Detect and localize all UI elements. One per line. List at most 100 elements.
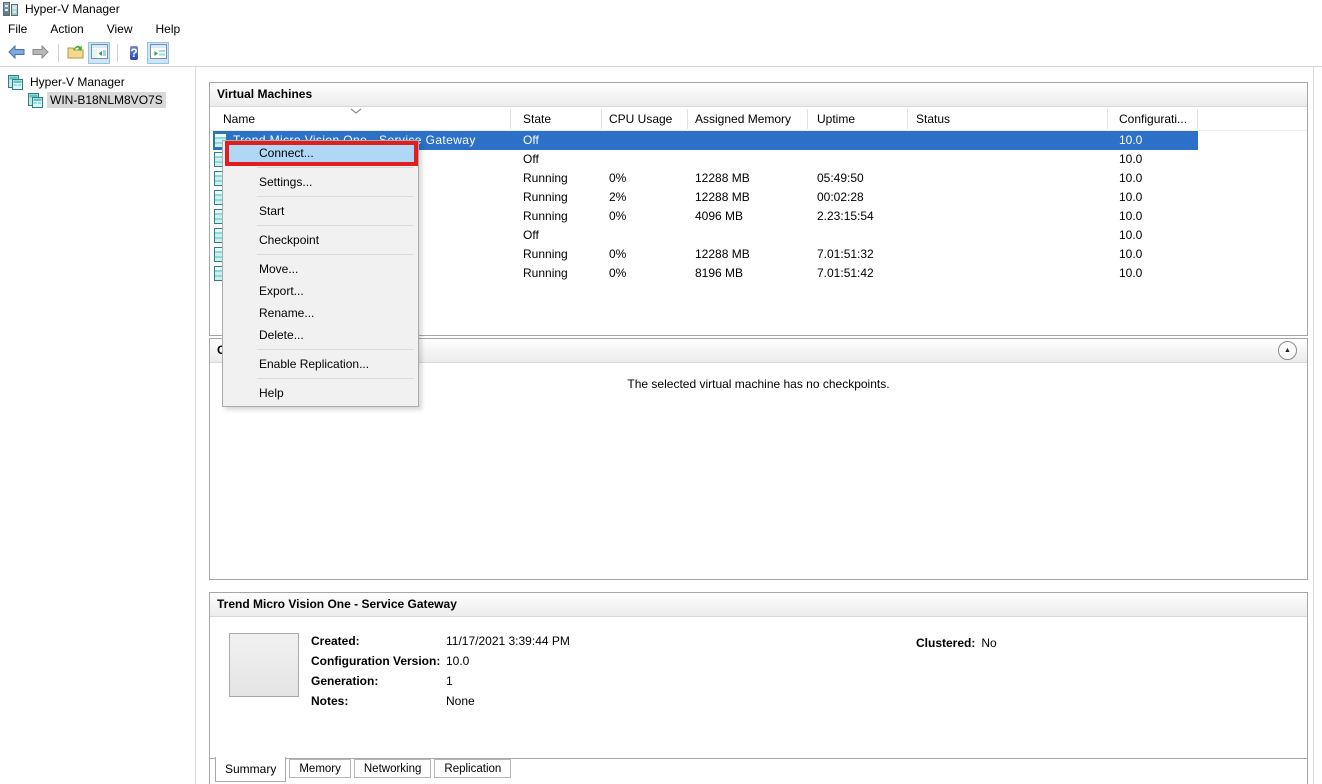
vm-cell-state: Off bbox=[523, 226, 539, 245]
menu-item-action[interactable]: Action bbox=[50, 20, 94, 38]
context-menu-item-settings[interactable]: Settings... bbox=[225, 171, 416, 193]
column-divider bbox=[1197, 109, 1198, 129]
hyperv-app-icon bbox=[3, 2, 19, 16]
vm-context-menu: Connect... Settings... Start Checkpoint Move… bbox=[222, 140, 419, 407]
context-menu-separator bbox=[257, 349, 414, 350]
vm-cell-config: 10.0 bbox=[1119, 188, 1142, 207]
column-header-status[interactable]: Status bbox=[916, 107, 950, 131]
server-icon bbox=[28, 93, 43, 108]
column-header-cpu-usage[interactable]: CPU Usage bbox=[609, 107, 672, 131]
vm-cell-config: 10.0 bbox=[1119, 169, 1142, 188]
column-header-uptime[interactable]: Uptime bbox=[817, 107, 855, 131]
detail-field-value: 1 bbox=[446, 671, 453, 691]
chevron-up-icon[interactable]: ▲ bbox=[1278, 341, 1297, 360]
clustered-value: No bbox=[981, 636, 996, 650]
context-menu-separator bbox=[257, 254, 414, 255]
context-menu-separator bbox=[257, 196, 414, 197]
window-title: Hyper-V Manager bbox=[25, 2, 120, 16]
context-menu-item-rename[interactable]: Rename... bbox=[225, 302, 416, 324]
vm-cell-uptime: 7.01:51:42 bbox=[817, 264, 874, 283]
vm-details-title: Trend Micro Vision One - Service Gateway bbox=[217, 597, 457, 611]
vm-cell-uptime: 7.01:51:32 bbox=[817, 245, 874, 264]
details-tab-strip: SummaryMemoryNetworkingReplication bbox=[215, 757, 514, 782]
toolbar-button-back-arrow[interactable] bbox=[5, 42, 27, 64]
tab-memory[interactable]: Memory bbox=[289, 759, 351, 778]
export-folder-icon bbox=[67, 44, 84, 62]
tab-replication[interactable]: Replication bbox=[434, 759, 511, 778]
vm-cell-uptime: 05:49:50 bbox=[817, 169, 864, 188]
tree-root-label: Hyper-V Manager bbox=[27, 74, 128, 90]
toolbar: ? bbox=[0, 40, 1322, 67]
column-divider bbox=[807, 109, 808, 129]
column-header-assigned-memory[interactable]: Assigned Memory bbox=[695, 107, 791, 131]
context-menu-item-move[interactable]: Move... bbox=[225, 258, 416, 280]
tab-summary[interactable]: Summary bbox=[215, 757, 286, 782]
toolbar-button-help[interactable]: ? bbox=[123, 42, 145, 64]
toolbar-button-export-folder[interactable] bbox=[64, 42, 86, 64]
context-menu-separator bbox=[257, 167, 414, 168]
vm-cell-config: 10.0 bbox=[1119, 131, 1142, 150]
detail-field-value: None bbox=[446, 691, 475, 711]
menu-item-view[interactable]: View bbox=[107, 20, 144, 38]
column-divider bbox=[1107, 109, 1108, 129]
vm-thumbnail bbox=[229, 633, 299, 697]
vm-cell-memory: 12288 MB bbox=[695, 245, 750, 264]
column-header-state[interactable]: State bbox=[523, 107, 551, 131]
column-divider bbox=[601, 109, 602, 129]
vm-cell-config: 10.0 bbox=[1119, 264, 1142, 283]
vm-cell-config: 10.0 bbox=[1119, 226, 1142, 245]
detail-field-created: Created:11/17/2021 3:39:44 PM bbox=[311, 631, 360, 651]
tab-networking[interactable]: Networking bbox=[354, 759, 432, 778]
forward-arrow-icon bbox=[32, 45, 49, 62]
toolbar-separator bbox=[117, 44, 118, 62]
detail-field-label: Notes: bbox=[311, 694, 348, 708]
context-menu-item-help[interactable]: Help bbox=[225, 382, 416, 404]
help-icon: ? bbox=[130, 45, 137, 61]
detail-field-configuration-version: Configuration Version:10.0 bbox=[311, 651, 440, 671]
vm-cell-state: Running bbox=[523, 264, 568, 283]
tree-root-hyperv-manager[interactable]: Hyper-V Manager bbox=[8, 73, 128, 91]
context-menu-item-delete[interactable]: Delete... bbox=[225, 324, 416, 346]
toolbar-button-action-pane[interactable] bbox=[147, 42, 169, 64]
context-menu-separator bbox=[257, 225, 414, 226]
vm-cell-config: 10.0 bbox=[1119, 207, 1142, 226]
context-menu-item-start[interactable]: Start bbox=[225, 200, 416, 222]
context-menu-separator bbox=[257, 378, 414, 379]
vm-table-header: Name State CPU Usage Assigned Memory Uptime S… bbox=[210, 107, 1307, 131]
menu-bar: File Action View Help bbox=[0, 18, 1322, 40]
toolbar-button-forward-arrow[interactable] bbox=[29, 42, 51, 64]
context-menu-item-enable-replication[interactable]: Enable Replication... bbox=[225, 353, 416, 375]
menu-item-file[interactable]: File bbox=[8, 20, 38, 38]
detail-field-generation: Generation:1 bbox=[311, 671, 378, 691]
column-header-configurati[interactable]: Configurati... bbox=[1119, 107, 1187, 131]
vm-details-panel-header: Trend Micro Vision One - Service Gateway bbox=[210, 593, 1307, 617]
hyperv-manager-icon bbox=[8, 75, 23, 90]
virtual-machines-panel-header: Virtual Machines bbox=[210, 83, 1307, 107]
vm-cell-config: 10.0 bbox=[1119, 150, 1142, 169]
vm-cell-cpu: 0% bbox=[609, 264, 626, 283]
toolbar-button-console-tree[interactable] bbox=[88, 42, 110, 64]
vm-cell-cpu: 0% bbox=[609, 207, 626, 226]
vm-cell-memory: 12288 MB bbox=[695, 188, 750, 207]
column-header-name[interactable]: Name bbox=[223, 107, 255, 131]
detail-field-label: Configuration Version: bbox=[311, 654, 440, 668]
vm-cell-memory: 12288 MB bbox=[695, 169, 750, 188]
context-menu-item-checkpoint[interactable]: Checkpoint bbox=[225, 229, 416, 251]
detail-field-label: Created: bbox=[311, 634, 360, 648]
detail-field-value: 11/17/2021 3:39:44 PM bbox=[446, 631, 570, 651]
menu-item-help[interactable]: Help bbox=[156, 20, 192, 38]
console-tree-sidebar: Hyper-V Manager WIN-B18NLM8VO7S bbox=[0, 67, 196, 784]
vm-cell-cpu: 0% bbox=[609, 245, 626, 264]
vm-cell-uptime: 2.23:15:54 bbox=[817, 207, 874, 226]
toolbar-separator bbox=[58, 44, 59, 62]
tree-item-server[interactable]: WIN-B18NLM8VO7S bbox=[28, 91, 166, 109]
console-tree-icon bbox=[91, 44, 108, 62]
title-bar: Hyper-V Manager bbox=[0, 0, 1322, 18]
column-divider bbox=[907, 109, 908, 129]
column-divider bbox=[510, 109, 511, 129]
context-menu-item-export[interactable]: Export... bbox=[225, 280, 416, 302]
clustered-field: Clustered:No bbox=[916, 633, 997, 653]
vm-cell-cpu: 0% bbox=[609, 169, 626, 188]
context-menu-item-connect[interactable]: Connect... bbox=[225, 142, 416, 164]
vm-details-panel: Trend Micro Vision One - Service Gateway… bbox=[209, 592, 1308, 784]
